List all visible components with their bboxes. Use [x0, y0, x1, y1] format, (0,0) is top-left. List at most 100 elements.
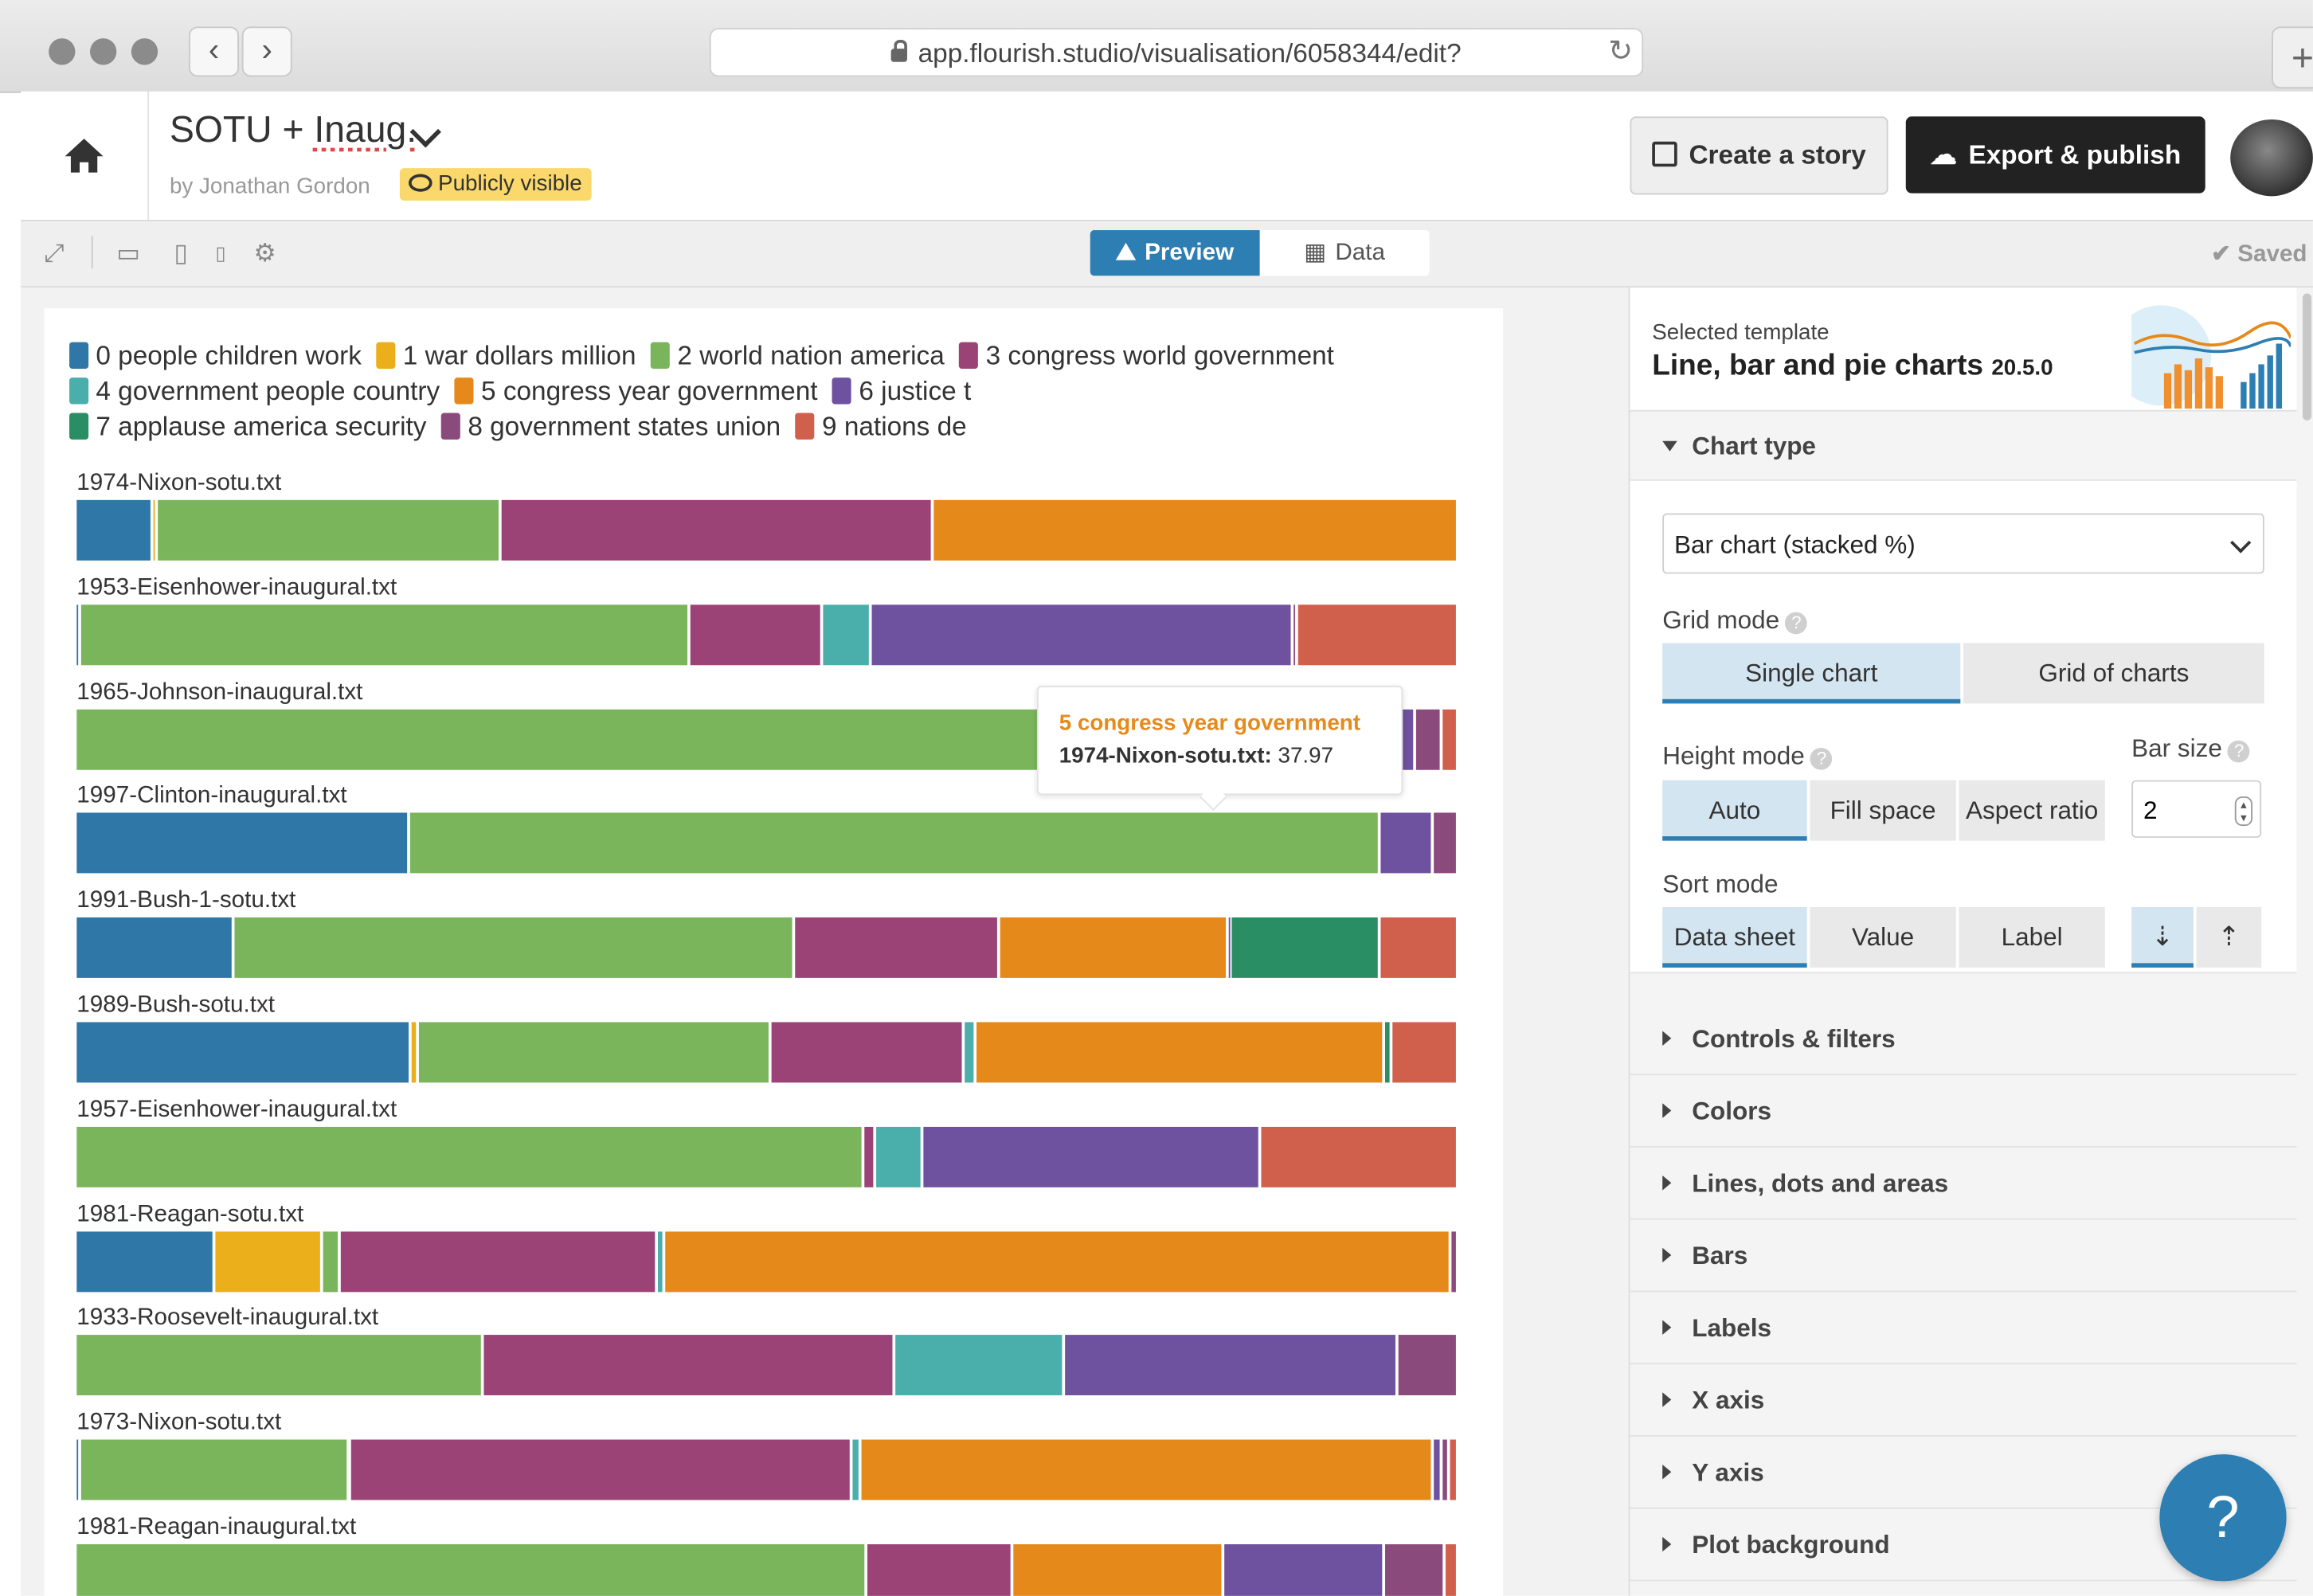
bar-segment[interactable] — [1392, 1022, 1456, 1083]
bar-segment[interactable] — [861, 1439, 1431, 1500]
selected-template[interactable]: Selected template Line, bar and pie char… — [1630, 288, 2297, 412]
help-icon[interactable]: ? — [1785, 612, 1808, 635]
bar-segment[interactable] — [1232, 917, 1379, 979]
bar-segment[interactable] — [323, 1230, 339, 1292]
bar-segment[interactable] — [411, 1022, 417, 1083]
legend-item[interactable]: 7 applause america security — [69, 412, 426, 441]
bar-segment[interactable] — [340, 1230, 655, 1292]
bar-segment[interactable] — [1223, 1544, 1383, 1596]
bar-segment[interactable] — [657, 1230, 663, 1292]
height-mode-fill-button[interactable]: Fill space — [1810, 780, 1956, 841]
panel-scrollbar[interactable] — [2302, 293, 2312, 421]
bar-segment[interactable] — [934, 499, 1456, 561]
height-mode-aspect-button[interactable]: Aspect ratio — [1959, 780, 2105, 841]
section-bars[interactable]: Bars — [1630, 1220, 2297, 1293]
bar-segment[interactable] — [665, 1230, 1450, 1292]
back-icon[interactable]: ‹ — [189, 26, 240, 77]
section-colors[interactable]: Colors — [1630, 1075, 2297, 1148]
bar-segment[interactable] — [1397, 1335, 1456, 1396]
bar-segment[interactable] — [418, 1022, 769, 1083]
bar-segment[interactable] — [923, 1126, 1259, 1187]
bar-segment[interactable] — [76, 813, 407, 874]
bar-segment[interactable] — [1227, 917, 1230, 979]
bar-segment[interactable] — [864, 1126, 874, 1187]
bar-segment[interactable] — [1434, 813, 1456, 874]
bar-segment[interactable] — [214, 1230, 320, 1292]
bar-segment[interactable] — [235, 917, 793, 979]
zoom-window-icon[interactable] — [131, 38, 159, 65]
section-lines-dots-areas[interactable]: Lines, dots and areas — [1630, 1148, 2297, 1220]
bar-segment[interactable] — [1262, 1126, 1456, 1187]
bar-segment[interactable] — [1442, 1439, 1448, 1500]
bar-segment[interactable] — [852, 1439, 859, 1500]
chart-type-section-header[interactable]: Chart type — [1662, 432, 1816, 462]
bar-segment[interactable] — [1450, 1439, 1456, 1500]
minimize-window-icon[interactable] — [89, 38, 117, 65]
bar-segment[interactable] — [1380, 917, 1456, 979]
bar-segment[interactable] — [80, 1439, 348, 1500]
bar-segment[interactable] — [1293, 604, 1295, 665]
legend-item[interactable]: 6 justice t — [832, 376, 971, 405]
legend-item[interactable]: 1 war dollars million — [376, 341, 636, 370]
bar-segment[interactable] — [76, 1230, 213, 1292]
bar-segment[interactable] — [502, 499, 932, 561]
bar-segment[interactable] — [1385, 1544, 1442, 1596]
bar-segment[interactable] — [1384, 1022, 1391, 1083]
bar-segment[interactable] — [80, 604, 688, 665]
bar-segment[interactable] — [1451, 1230, 1456, 1292]
section-controls-filters[interactable]: Controls & filters — [1630, 1003, 2297, 1076]
bar-segment[interactable] — [976, 1022, 1382, 1083]
help-icon[interactable]: ? — [1810, 747, 1833, 770]
help-button[interactable]: ? — [2159, 1454, 2287, 1582]
tablet-icon[interactable]: ▯ — [174, 239, 188, 268]
address-bar[interactable]: app.flourish.studio/visualisation/605834… — [709, 28, 1644, 77]
mobile-icon[interactable]: ▯ — [215, 242, 225, 266]
bar-segment[interactable] — [1066, 1335, 1395, 1396]
bar-segment[interactable] — [1415, 709, 1440, 769]
bar-segment[interactable] — [1442, 709, 1456, 769]
legend-item[interactable]: 5 congress year government — [454, 376, 818, 405]
expand-icon[interactable]: ⤢ — [45, 239, 65, 268]
legend-item[interactable]: 3 congress world government — [959, 341, 1334, 370]
bar-segment[interactable] — [867, 1544, 1012, 1596]
bar-segment[interactable] — [871, 604, 1291, 665]
grid-mode-grid-button[interactable]: Grid of charts — [1963, 643, 2264, 704]
gear-icon[interactable]: ⚙ — [254, 239, 276, 268]
bar-segment[interactable] — [1000, 917, 1226, 979]
close-window-icon[interactable] — [49, 38, 76, 65]
tab-data[interactable]: ▦ Data — [1260, 230, 1430, 276]
bar-segment[interactable] — [76, 499, 151, 561]
sort-descending-icon[interactable]: ⇡ — [2196, 906, 2262, 968]
bar-segment[interactable] — [76, 1439, 79, 1500]
sort-ascending-icon[interactable]: ⇣ — [2131, 906, 2194, 968]
sort-label-button[interactable]: Label — [1959, 906, 2105, 968]
bar-segment[interactable] — [965, 1022, 974, 1083]
bar-segment[interactable] — [350, 1439, 851, 1500]
legend-item[interactable]: 9 nations de — [795, 412, 967, 441]
visibility-badge[interactable]: Publicly visible — [399, 168, 591, 201]
bar-segment[interactable] — [158, 499, 499, 561]
forward-icon[interactable]: › — [241, 26, 292, 77]
bar-segment[interactable] — [772, 1022, 963, 1083]
help-icon[interactable]: ? — [2228, 740, 2251, 763]
desktop-icon[interactable]: ▭ — [116, 239, 140, 268]
stepper-arrows-icon[interactable]: ▴ ▾ — [2234, 796, 2253, 827]
height-mode-auto-button[interactable]: Auto — [1662, 780, 1807, 841]
bar-segment[interactable] — [822, 604, 869, 665]
reload-icon[interactable]: ↻ — [1608, 33, 1633, 69]
bar-segment[interactable] — [76, 1126, 863, 1187]
create-story-button[interactable]: Create a story — [1630, 116, 1888, 195]
sort-value-button[interactable]: Value — [1810, 906, 1956, 968]
bar-segment[interactable] — [875, 1126, 921, 1187]
section-x-axis[interactable]: X axis — [1630, 1364, 2297, 1437]
sort-data-sheet-button[interactable]: Data sheet — [1662, 906, 1807, 968]
bar-segment[interactable] — [691, 604, 820, 665]
user-avatar[interactable] — [2230, 119, 2313, 197]
bar-segment[interactable] — [1297, 604, 1456, 665]
grid-mode-single-button[interactable]: Single chart — [1662, 643, 1961, 704]
tab-preview[interactable]: ⛰ Preview — [1090, 229, 1260, 276]
visualisation-title[interactable]: SOTU + Inaug. — [170, 109, 417, 152]
legend-item[interactable]: 0 people children work — [69, 341, 362, 370]
bar-segment[interactable] — [795, 917, 997, 979]
bar-segment[interactable] — [1381, 813, 1431, 874]
